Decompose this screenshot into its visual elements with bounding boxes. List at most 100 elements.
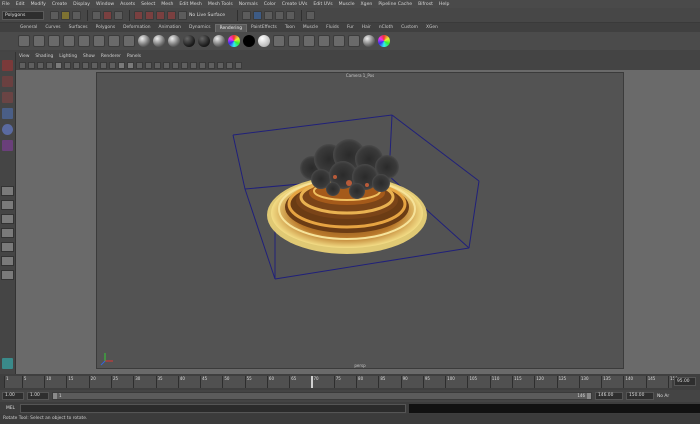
- shadows-icon[interactable]: [190, 61, 197, 69]
- range-start-handle[interactable]: [53, 393, 57, 399]
- render-icon[interactable]: [123, 35, 135, 47]
- gate-mask-icon[interactable]: [82, 61, 89, 69]
- perspective-viewport[interactable]: Camera 1_Pos persp: [96, 72, 624, 369]
- shelf-tab[interactable]: Deformation: [119, 24, 154, 32]
- playback-start-field[interactable]: 1.00: [27, 392, 49, 400]
- use-all-lights-icon[interactable]: [181, 61, 188, 69]
- xray-icon[interactable]: [154, 61, 161, 69]
- menu-item[interactable]: Help: [439, 2, 449, 7]
- batch-render-icon[interactable]: [318, 35, 330, 47]
- menu-item[interactable]: Color: [264, 2, 276, 7]
- menu-item[interactable]: Mesh Tools: [208, 2, 233, 7]
- menu-item[interactable]: Display: [73, 2, 90, 7]
- anim-layer-label[interactable]: No Ar: [657, 394, 669, 399]
- command-input[interactable]: [20, 403, 406, 413]
- camera-attributes-icon[interactable]: [28, 61, 35, 69]
- camera-icon[interactable]: [108, 35, 120, 47]
- use-default-material-icon[interactable]: [136, 61, 143, 69]
- bookmark-icon[interactable]: [37, 61, 44, 69]
- resolution-gate-icon[interactable]: [73, 61, 80, 69]
- shelf-tab[interactable]: Toon: [281, 24, 299, 32]
- render-current-icon[interactable]: [264, 10, 274, 20]
- color-shader-icon[interactable]: [378, 35, 390, 47]
- paint-select-tool-icon[interactable]: [2, 92, 13, 103]
- paint-effects-icon[interactable]: [348, 35, 360, 47]
- shelf-tab[interactable]: Surfaces: [65, 24, 92, 32]
- shelf-tab[interactable]: PaintEffects: [247, 24, 281, 32]
- current-frame-field[interactable]: 95.00: [674, 377, 696, 386]
- wireframe-on-shaded-icon[interactable]: [145, 61, 152, 69]
- rotate-tool-icon[interactable]: [2, 124, 13, 135]
- menu-item[interactable]: Edit: [16, 2, 25, 7]
- scale-tool-icon[interactable]: [2, 140, 13, 151]
- custom-layout-icon[interactable]: [1, 270, 14, 280]
- ipr-render-icon[interactable]: [275, 10, 285, 20]
- blinn-material-icon[interactable]: [153, 35, 165, 47]
- isolate-select-icon[interactable]: [235, 61, 242, 69]
- shelf-tab[interactable]: Animation: [155, 24, 185, 32]
- textured-icon[interactable]: [172, 61, 179, 69]
- menu-item[interactable]: Bifrost: [418, 2, 433, 7]
- panel-menu-item[interactable]: Show: [83, 54, 95, 59]
- panel-menu-item[interactable]: Panels: [127, 54, 141, 59]
- panel-menu-item[interactable]: Renderer: [101, 54, 121, 59]
- snap-view-plane-icon[interactable]: [167, 10, 176, 20]
- input-box-icon[interactable]: [306, 10, 316, 20]
- shelf-tab[interactable]: Rendering: [214, 24, 248, 32]
- playback-end-field[interactable]: 146.00: [595, 392, 623, 400]
- anisotropic-material-icon[interactable]: [198, 35, 210, 47]
- render-view-icon[interactable]: [288, 35, 300, 47]
- animation-start-field[interactable]: 1.00: [2, 392, 24, 400]
- toon-outline-icon[interactable]: [333, 35, 345, 47]
- current-time-indicator[interactable]: [311, 376, 314, 388]
- shelf-tab[interactable]: Fluids: [322, 24, 343, 32]
- screen-space-ao-icon[interactable]: [199, 61, 206, 69]
- single-pane-layout-icon[interactable]: [1, 186, 14, 196]
- shelf-tab[interactable]: Muscle: [299, 24, 322, 32]
- menu-item[interactable]: Normals: [239, 2, 258, 7]
- range-slider-bar[interactable]: 1 146: [52, 392, 592, 400]
- light-bulb-icon[interactable]: [18, 35, 30, 47]
- menu-item[interactable]: Edit UVs: [313, 2, 332, 7]
- outliner-layout-icon[interactable]: [1, 228, 14, 238]
- save-scene-icon[interactable]: [72, 10, 81, 20]
- shelf-tab[interactable]: Polygons: [92, 24, 120, 32]
- make-live-icon[interactable]: [178, 10, 187, 20]
- shelf-tab[interactable]: XGen: [422, 24, 442, 32]
- panel-menu-item[interactable]: Lighting: [59, 54, 77, 59]
- snap-curve-icon[interactable]: [145, 10, 154, 20]
- panel-menu-item[interactable]: View: [19, 54, 29, 59]
- shelf-tab[interactable]: Curves: [41, 24, 64, 32]
- menu-item[interactable]: Modify: [31, 2, 46, 7]
- menu-item[interactable]: Xgen: [361, 2, 373, 7]
- use-background-icon[interactable]: [258, 35, 270, 47]
- grid-icon[interactable]: [55, 61, 62, 69]
- menu-item[interactable]: Pipeline Cache: [378, 2, 412, 7]
- shelf-tab[interactable]: Fur: [343, 24, 358, 32]
- render-view-icon[interactable]: [253, 10, 263, 20]
- spot-light-icon[interactable]: [33, 35, 45, 47]
- motion-blur-icon[interactable]: [208, 61, 215, 69]
- select-object-icon[interactable]: [103, 10, 112, 20]
- phong-e-material-icon[interactable]: [183, 35, 195, 47]
- ramp-shader-icon[interactable]: [228, 35, 240, 47]
- four-pane-layout-icon[interactable]: [1, 200, 14, 210]
- toggle-ui-icon[interactable]: [2, 358, 13, 369]
- lasso-tool-icon[interactable]: [2, 76, 13, 87]
- open-scene-icon[interactable]: [61, 10, 70, 20]
- menu-item[interactable]: Create UVs: [282, 2, 308, 7]
- shading-group-icon[interactable]: [363, 35, 375, 47]
- hypershade-icon[interactable]: [273, 35, 285, 47]
- directional-light-icon[interactable]: [48, 35, 60, 47]
- menu-item[interactable]: Muscle: [339, 2, 355, 7]
- phong-material-icon[interactable]: [168, 35, 180, 47]
- smooth-shade-icon[interactable]: [127, 61, 134, 69]
- menu-item[interactable]: Mesh: [161, 2, 173, 7]
- surface-shader-icon[interactable]: [243, 35, 255, 47]
- menu-item[interactable]: File: [2, 2, 10, 7]
- snap-grid-icon[interactable]: [134, 10, 143, 20]
- animation-end-field[interactable]: 150.00: [626, 392, 654, 400]
- wireframe-icon[interactable]: [118, 61, 125, 69]
- depth-of-field-icon[interactable]: [226, 61, 233, 69]
- shelf-tab[interactable]: Dynamics: [185, 24, 215, 32]
